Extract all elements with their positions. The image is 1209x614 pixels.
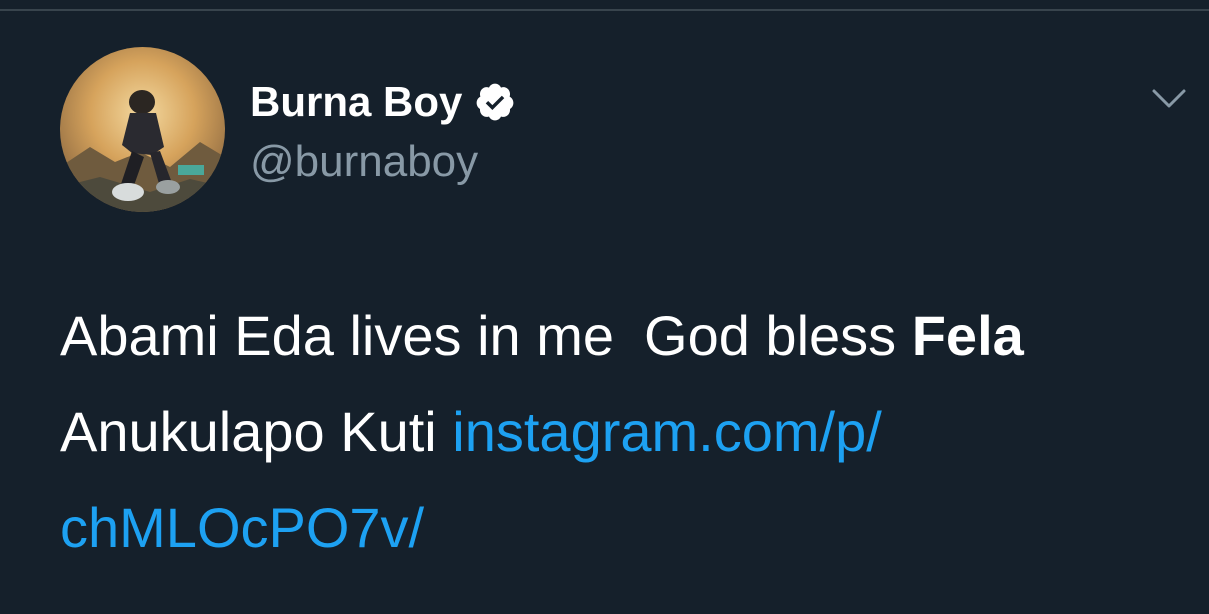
tweet-text-bold: Fela	[911, 304, 1024, 367]
tweet-link-line1[interactable]: instagram.com/p/	[452, 400, 882, 463]
tweet-text-part3: Anukulapo Kuti	[60, 400, 437, 463]
tweet-text: Abami Eda lives in me God bless Fela Anuk…	[60, 288, 1190, 576]
chevron-down-icon	[1152, 89, 1186, 108]
top-divider	[0, 9, 1209, 11]
tweet-menu-button[interactable]	[1146, 80, 1192, 120]
avatar[interactable]	[60, 47, 225, 212]
author-display-name[interactable]: Burna Boy	[250, 74, 462, 130]
author-handle[interactable]: @burnaboy	[250, 134, 478, 190]
tweet-link-line2[interactable]: chMLOcPO7v/	[60, 496, 424, 559]
tweet-text-part2: God bless	[644, 304, 897, 367]
verified-badge-icon	[474, 81, 516, 123]
avatar-image	[60, 47, 225, 212]
tweet-text-part1: Abami Eda lives in me	[60, 304, 615, 367]
author-display-name-row: Burna Boy	[250, 74, 516, 130]
